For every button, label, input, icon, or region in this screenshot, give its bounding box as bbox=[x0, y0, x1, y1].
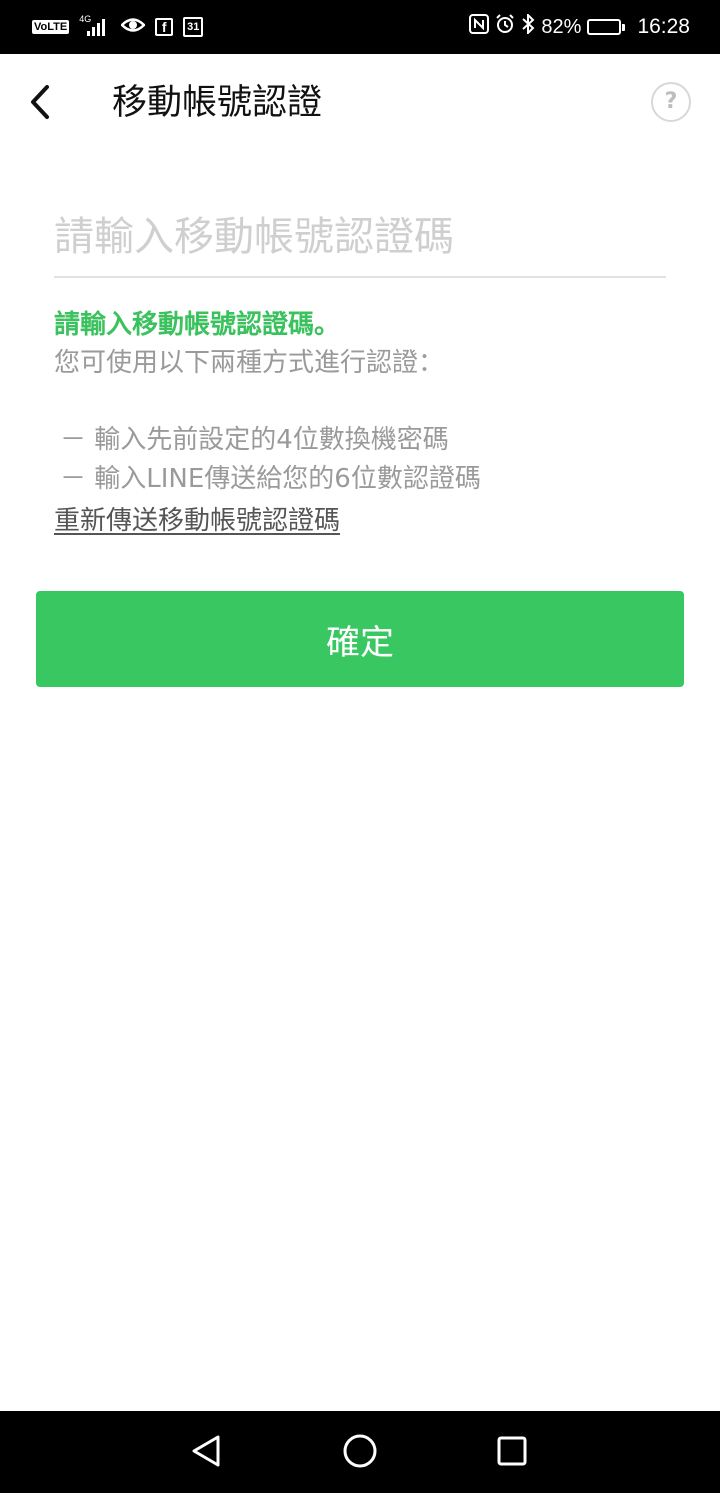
nav-back-button[interactable] bbox=[184, 1431, 228, 1475]
nav-home-button[interactable] bbox=[338, 1431, 382, 1475]
calendar-icon: 31 bbox=[183, 17, 204, 37]
instruction-primary: 請輸入移動帳號認證碼。 bbox=[54, 310, 341, 340]
circle-home-icon bbox=[342, 1433, 378, 1473]
confirm-button[interactable]: 確定 bbox=[36, 591, 684, 687]
status-bar-left: VoLTE 4G f 31 bbox=[32, 14, 204, 40]
option-item-passcode: － 輸入先前設定的4位數換機密碼 bbox=[60, 425, 449, 455]
status-bar-right: 82% 16:28 bbox=[469, 12, 690, 40]
system-nav-bar bbox=[0, 1411, 720, 1493]
battery-percent: 82% bbox=[541, 15, 582, 38]
status-bar: VoLTE 4G f 31 82% 16:28 bbox=[0, 0, 720, 54]
eye-icon bbox=[120, 16, 146, 38]
battery-icon bbox=[587, 19, 626, 35]
signal-icon: 4G bbox=[79, 14, 111, 38]
alarm-icon bbox=[495, 14, 515, 40]
resend-code-link[interactable]: 重新傳送移動帳號認證碼 bbox=[54, 502, 340, 540]
back-button[interactable] bbox=[18, 76, 62, 132]
page-title: 移動帳號認證 bbox=[112, 83, 323, 123]
chevron-left-icon bbox=[28, 84, 52, 124]
facebook-icon: f bbox=[155, 18, 174, 36]
bluetooth-icon bbox=[521, 12, 535, 40]
nfc-icon bbox=[469, 14, 490, 40]
help-button[interactable]: ? bbox=[651, 82, 691, 122]
triangle-back-icon bbox=[190, 1434, 222, 1472]
volte-icon: VoLTE bbox=[32, 20, 70, 34]
option-item-code: － 輸入LINE傳送給您的6位數認證碼 bbox=[60, 464, 481, 494]
verification-code-input[interactable] bbox=[54, 200, 666, 274]
app-header: 移動帳號認證 ? bbox=[0, 54, 720, 154]
clock: 16:28 bbox=[637, 15, 690, 38]
nav-recents-button[interactable] bbox=[490, 1431, 534, 1475]
code-input-container bbox=[54, 200, 666, 278]
square-recents-icon bbox=[496, 1435, 528, 1471]
instruction-secondary: 您可使用以下兩種方式進行認證： bbox=[54, 348, 445, 378]
